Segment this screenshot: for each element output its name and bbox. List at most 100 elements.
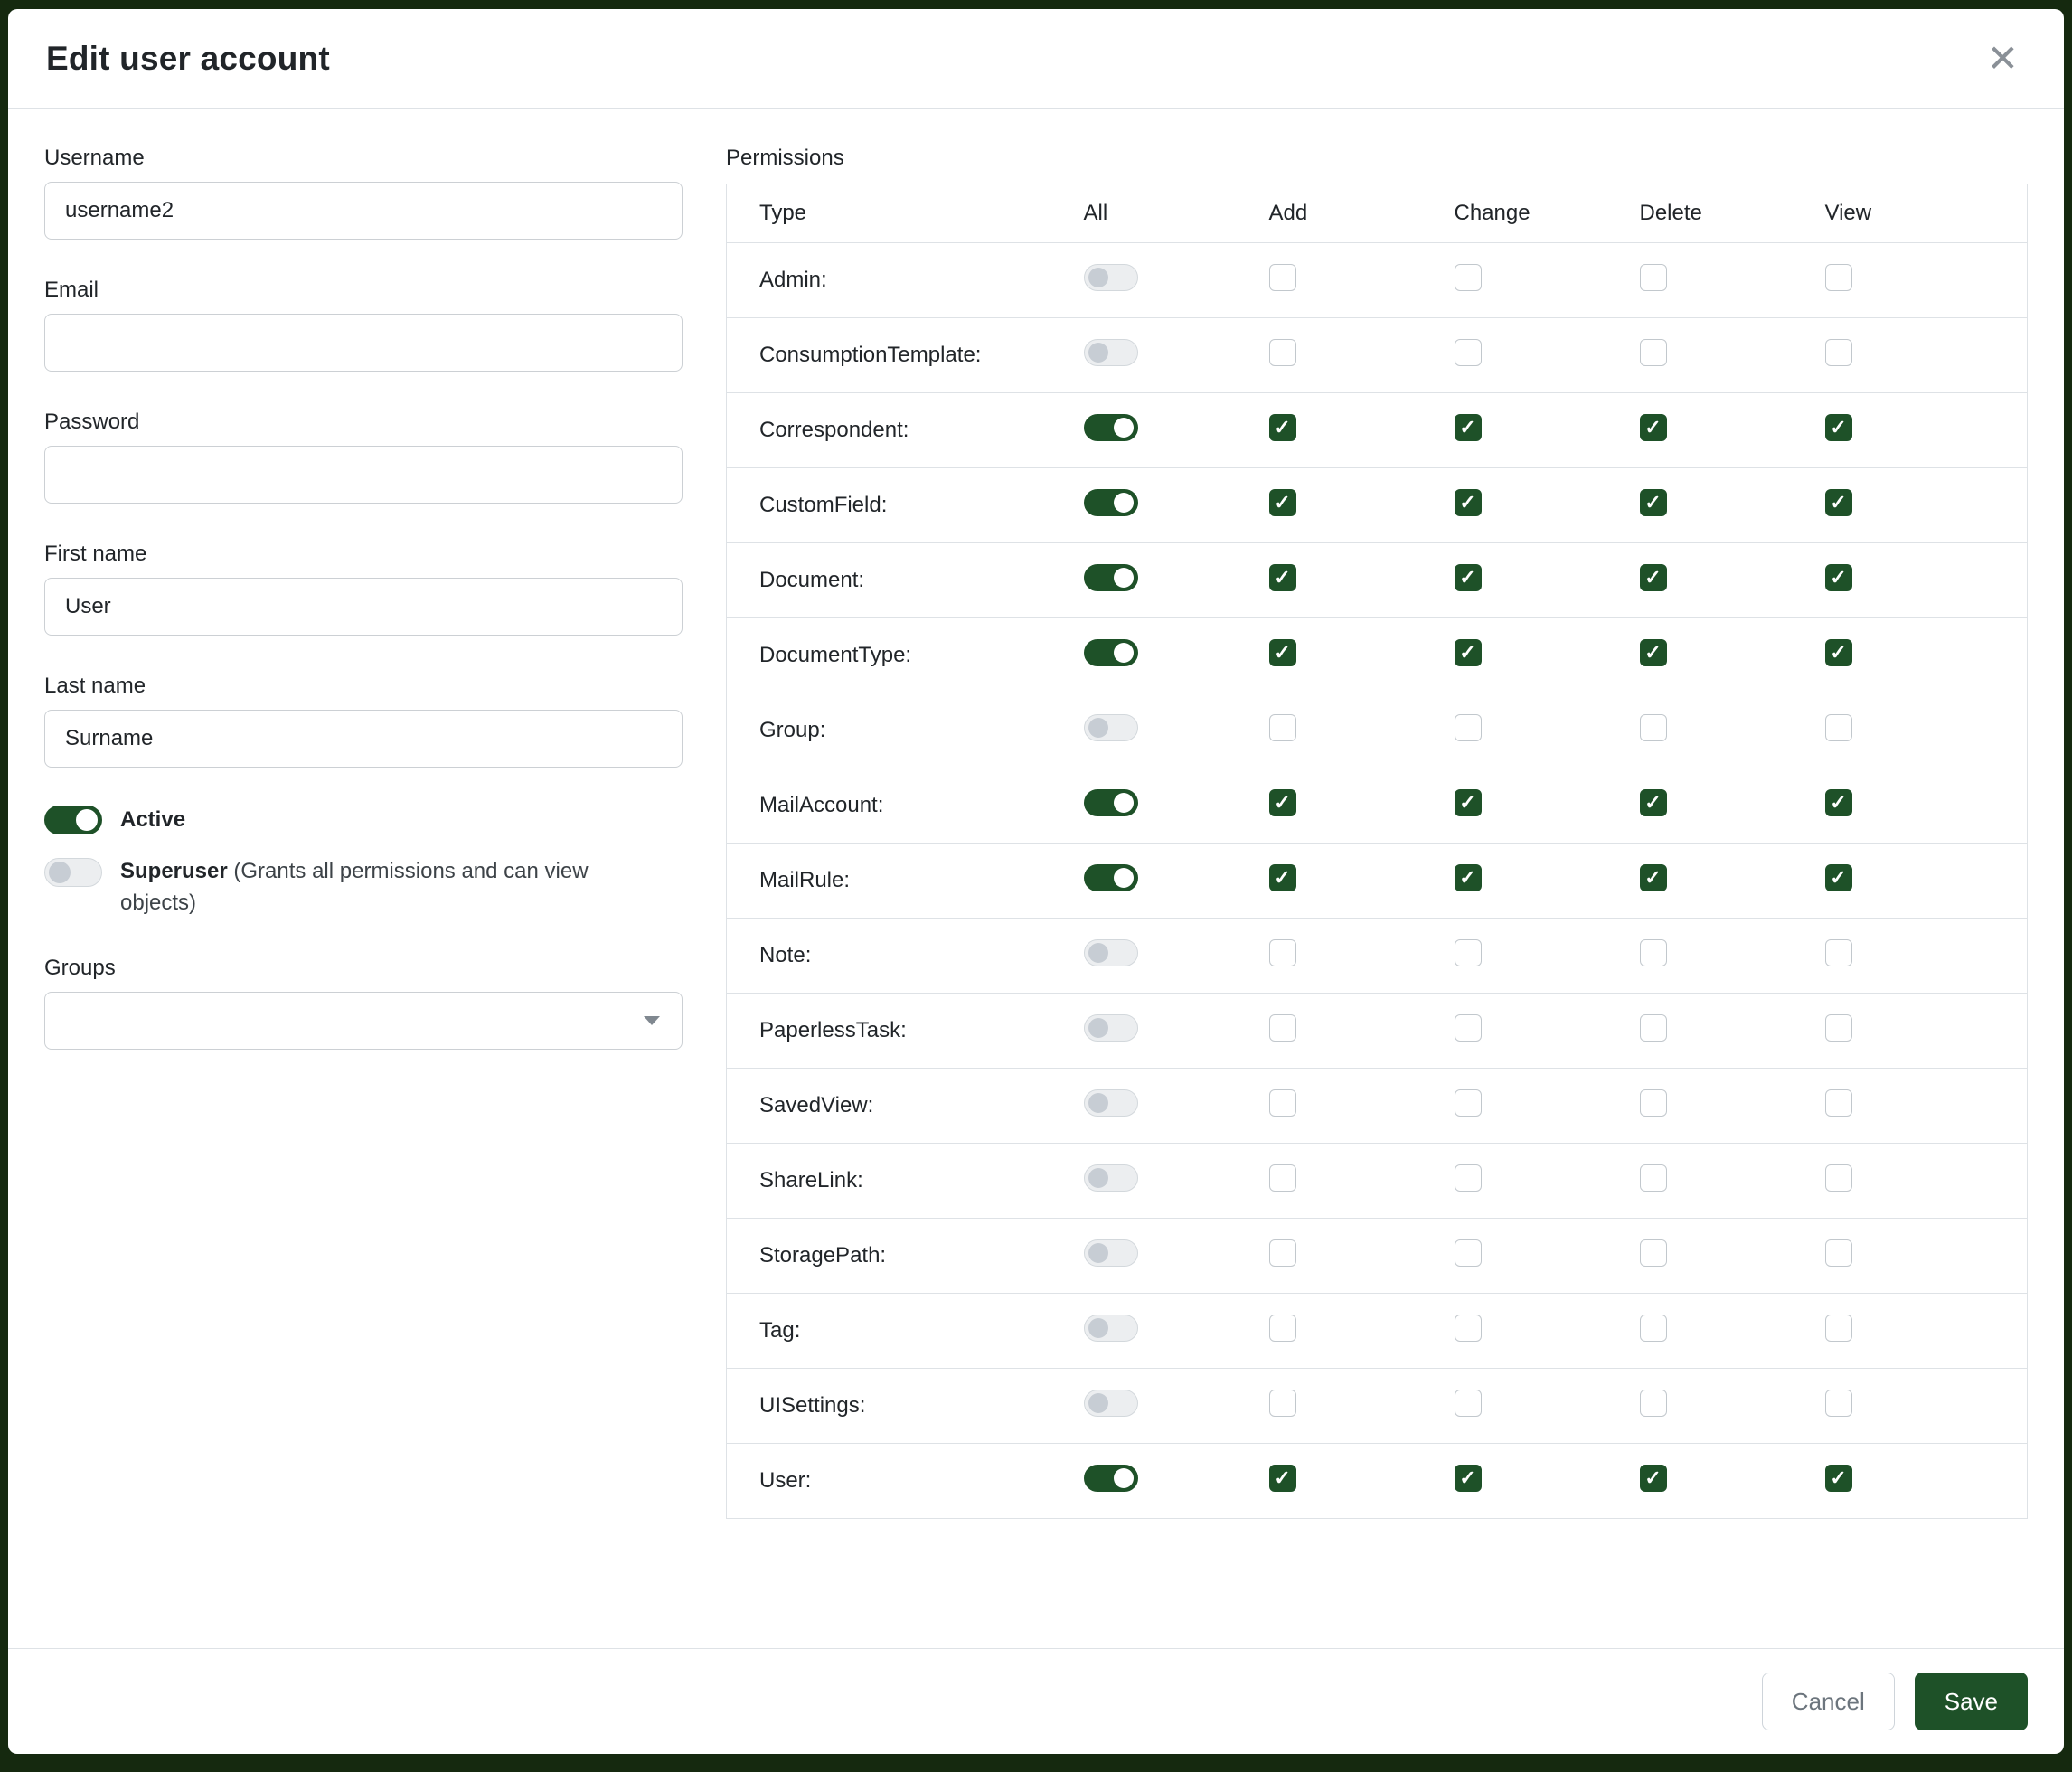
- permission-change-checkbox[interactable]: [1455, 714, 1482, 741]
- permission-change-checkbox[interactable]: [1455, 1089, 1482, 1117]
- permission-view-checkbox[interactable]: [1825, 864, 1852, 891]
- last-name-field[interactable]: [44, 710, 683, 768]
- permission-all-toggle[interactable]: [1084, 789, 1138, 816]
- permission-change-checkbox[interactable]: [1455, 1014, 1482, 1042]
- permission-view-checkbox[interactable]: [1825, 939, 1852, 966]
- permission-delete-checkbox[interactable]: [1640, 1239, 1667, 1267]
- permission-view-checkbox[interactable]: [1825, 1315, 1852, 1342]
- permission-cell-add: [1269, 318, 1455, 393]
- permission-view-checkbox[interactable]: [1825, 1089, 1852, 1117]
- permission-all-toggle[interactable]: [1084, 714, 1138, 741]
- permission-delete-checkbox[interactable]: [1640, 864, 1667, 891]
- permission-add-checkbox[interactable]: [1269, 1164, 1296, 1192]
- permission-cell-change: [1455, 919, 1640, 994]
- permission-all-toggle[interactable]: [1084, 1315, 1138, 1342]
- permission-all-toggle[interactable]: [1084, 1239, 1138, 1267]
- permission-view-checkbox[interactable]: [1825, 489, 1852, 516]
- permission-add-checkbox[interactable]: [1269, 1465, 1296, 1492]
- permission-delete-checkbox[interactable]: [1640, 714, 1667, 741]
- permission-delete-checkbox[interactable]: [1640, 1465, 1667, 1492]
- permission-all-toggle[interactable]: [1084, 864, 1138, 891]
- permission-change-checkbox[interactable]: [1455, 339, 1482, 366]
- permission-all-toggle[interactable]: [1084, 564, 1138, 591]
- permission-delete-checkbox[interactable]: [1640, 789, 1667, 816]
- permission-view-checkbox[interactable]: [1825, 639, 1852, 666]
- permission-add-checkbox[interactable]: [1269, 714, 1296, 741]
- permission-change-checkbox[interactable]: [1455, 1390, 1482, 1417]
- permission-change-checkbox[interactable]: [1455, 639, 1482, 666]
- permission-delete-checkbox[interactable]: [1640, 1089, 1667, 1117]
- permission-all-toggle[interactable]: [1084, 1390, 1138, 1417]
- permission-delete-checkbox[interactable]: [1640, 489, 1667, 516]
- cancel-button[interactable]: Cancel: [1762, 1673, 1895, 1730]
- permission-view-checkbox[interactable]: [1825, 414, 1852, 441]
- permission-view-checkbox[interactable]: [1825, 1014, 1852, 1042]
- password-field[interactable]: [44, 446, 683, 504]
- permission-change-checkbox[interactable]: [1455, 789, 1482, 816]
- permission-view-checkbox[interactable]: [1825, 339, 1852, 366]
- permission-cell-add: [1269, 1219, 1455, 1294]
- permission-all-toggle[interactable]: [1084, 1089, 1138, 1117]
- permission-all-toggle[interactable]: [1084, 339, 1138, 366]
- permission-delete-checkbox[interactable]: [1640, 1315, 1667, 1342]
- permission-delete-checkbox[interactable]: [1640, 339, 1667, 366]
- active-toggle[interactable]: [44, 806, 102, 834]
- permission-all-toggle[interactable]: [1084, 414, 1138, 441]
- permission-delete-checkbox[interactable]: [1640, 414, 1667, 441]
- permission-view-checkbox[interactable]: [1825, 714, 1852, 741]
- first-name-field[interactable]: [44, 578, 683, 636]
- permission-cell-view: [1825, 243, 2028, 318]
- permission-add-checkbox[interactable]: [1269, 489, 1296, 516]
- permission-add-checkbox[interactable]: [1269, 339, 1296, 366]
- permission-all-toggle[interactable]: [1084, 1465, 1138, 1492]
- permission-change-checkbox[interactable]: [1455, 414, 1482, 441]
- permission-add-checkbox[interactable]: [1269, 1390, 1296, 1417]
- permission-change-checkbox[interactable]: [1455, 564, 1482, 591]
- permission-view-checkbox[interactable]: [1825, 789, 1852, 816]
- permission-all-toggle[interactable]: [1084, 1014, 1138, 1042]
- permission-delete-checkbox[interactable]: [1640, 264, 1667, 291]
- permission-delete-checkbox[interactable]: [1640, 1014, 1667, 1042]
- permission-view-checkbox[interactable]: [1825, 1239, 1852, 1267]
- permission-add-checkbox[interactable]: [1269, 564, 1296, 591]
- permission-add-checkbox[interactable]: [1269, 1239, 1296, 1267]
- permission-add-checkbox[interactable]: [1269, 1014, 1296, 1042]
- permission-add-checkbox[interactable]: [1269, 264, 1296, 291]
- permission-add-checkbox[interactable]: [1269, 939, 1296, 966]
- permission-change-checkbox[interactable]: [1455, 939, 1482, 966]
- permission-add-checkbox[interactable]: [1269, 1315, 1296, 1342]
- email-field[interactable]: [44, 314, 683, 372]
- username-field[interactable]: [44, 182, 683, 240]
- permission-all-toggle[interactable]: [1084, 939, 1138, 966]
- permission-change-checkbox[interactable]: [1455, 489, 1482, 516]
- permission-change-checkbox[interactable]: [1455, 1315, 1482, 1342]
- permission-add-checkbox[interactable]: [1269, 1089, 1296, 1117]
- permission-change-checkbox[interactable]: [1455, 1239, 1482, 1267]
- permission-change-checkbox[interactable]: [1455, 1164, 1482, 1192]
- permission-delete-checkbox[interactable]: [1640, 939, 1667, 966]
- permission-view-checkbox[interactable]: [1825, 264, 1852, 291]
- permission-view-checkbox[interactable]: [1825, 564, 1852, 591]
- permission-delete-checkbox[interactable]: [1640, 1390, 1667, 1417]
- permission-view-checkbox[interactable]: [1825, 1164, 1852, 1192]
- permission-all-toggle[interactable]: [1084, 489, 1138, 516]
- permission-add-checkbox[interactable]: [1269, 639, 1296, 666]
- permission-all-toggle[interactable]: [1084, 1164, 1138, 1192]
- permission-delete-checkbox[interactable]: [1640, 639, 1667, 666]
- close-icon[interactable]: ✕: [1980, 40, 2026, 78]
- superuser-toggle[interactable]: [44, 858, 102, 887]
- permission-delete-checkbox[interactable]: [1640, 564, 1667, 591]
- permission-view-checkbox[interactable]: [1825, 1390, 1852, 1417]
- permission-change-checkbox[interactable]: [1455, 264, 1482, 291]
- groups-select[interactable]: [44, 992, 683, 1050]
- permission-add-checkbox[interactable]: [1269, 414, 1296, 441]
- permission-all-toggle[interactable]: [1084, 639, 1138, 666]
- permission-add-checkbox[interactable]: [1269, 864, 1296, 891]
- permission-view-checkbox[interactable]: [1825, 1465, 1852, 1492]
- permission-delete-checkbox[interactable]: [1640, 1164, 1667, 1192]
- permission-add-checkbox[interactable]: [1269, 789, 1296, 816]
- permission-change-checkbox[interactable]: [1455, 864, 1482, 891]
- permission-change-checkbox[interactable]: [1455, 1465, 1482, 1492]
- permission-all-toggle[interactable]: [1084, 264, 1138, 291]
- save-button[interactable]: Save: [1915, 1673, 2028, 1730]
